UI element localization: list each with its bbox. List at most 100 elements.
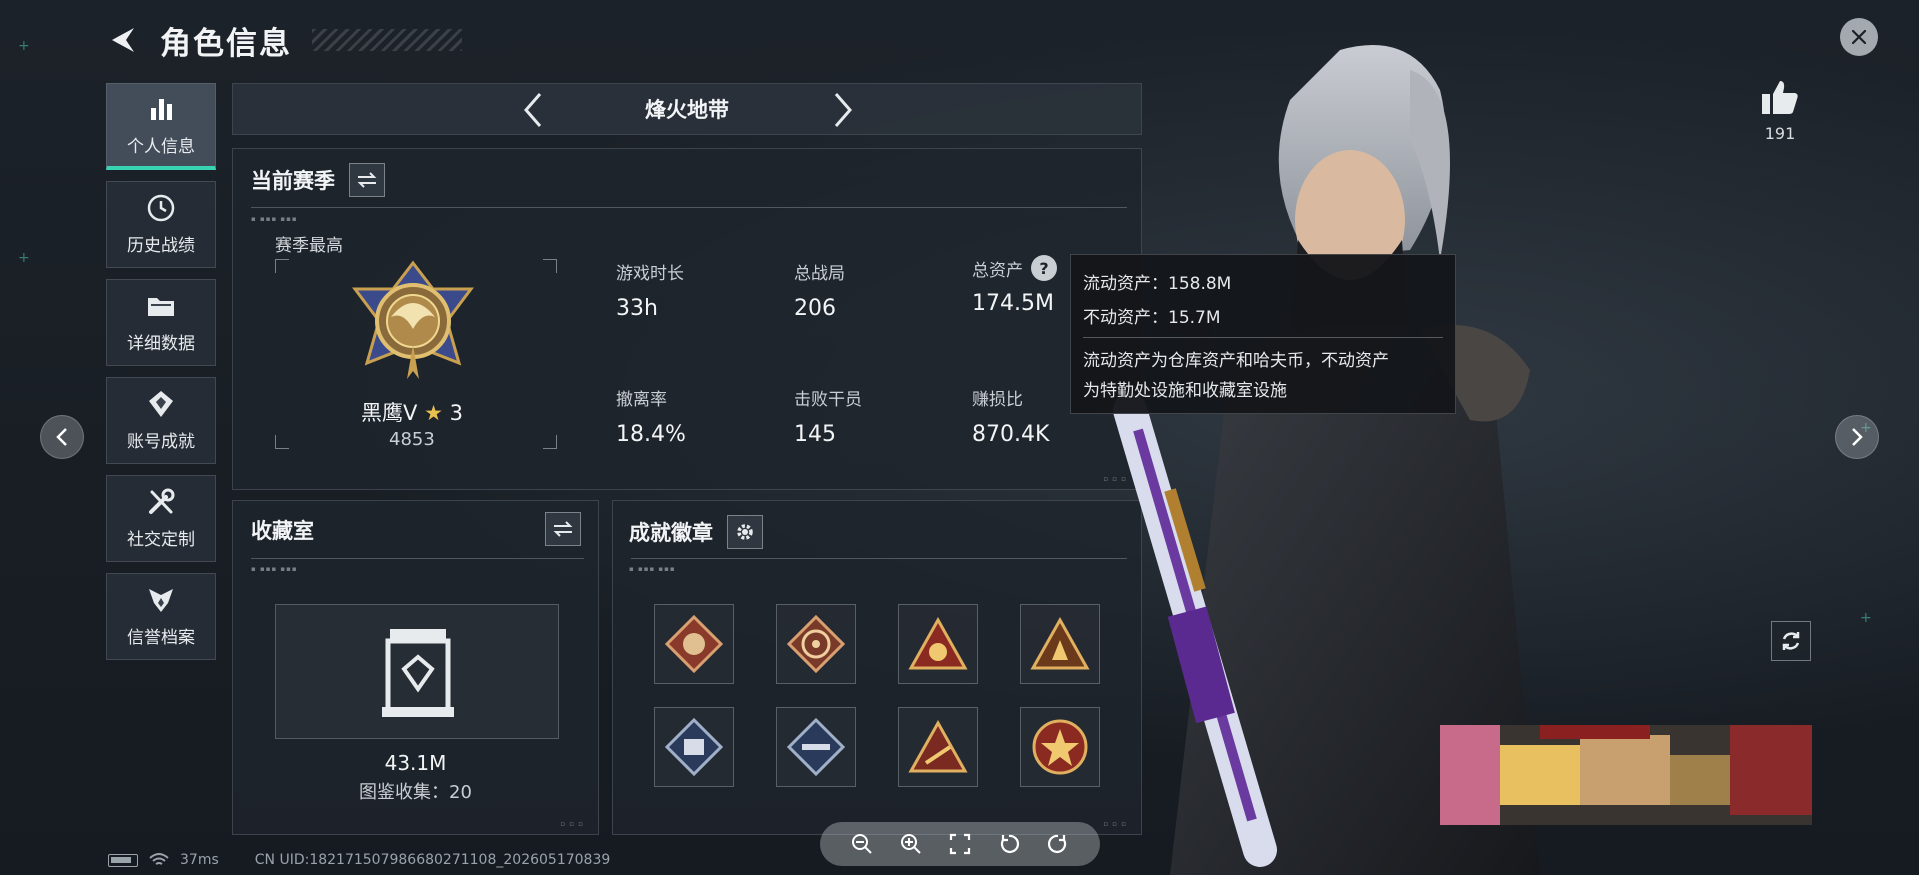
rank-stars: 3 (449, 401, 463, 425)
history-clock-icon (146, 193, 176, 223)
zoom-in-button[interactable] (896, 829, 926, 859)
season-title: 当前赛季 (251, 169, 335, 193)
divider (631, 558, 1127, 559)
bracket (543, 435, 557, 449)
badge-slot[interactable] (776, 604, 856, 684)
stat-label: 赚损比 (972, 390, 1023, 410)
stat-extract-rate: 撤离率 18.4% (616, 385, 686, 447)
stat-value: 870.4K (972, 422, 1050, 447)
back-button[interactable] (104, 21, 142, 59)
collection-switch-button[interactable] (545, 512, 581, 546)
rotate-right-button[interactable] (1043, 829, 1073, 859)
achievement-icon (146, 389, 176, 419)
bracket (275, 259, 289, 273)
folder-icon (146, 291, 176, 321)
stat-play-time: 游戏时长 33h (616, 259, 684, 321)
rotate-view-button[interactable] (1771, 621, 1811, 661)
stat-label: 击败干员 (794, 390, 862, 410)
collection-panel: 收藏室 ▪ ▪▪▪ ▪▪▪ 43.1M 图鉴收集：20 ▫ ▫ ▫ (232, 500, 599, 835)
zoom-out-button[interactable] (847, 829, 877, 859)
season-switch-button[interactable] (349, 163, 385, 197)
refresh-icon (1782, 632, 1800, 650)
mode-prev-button[interactable] (513, 90, 553, 130)
nav-item-social[interactable]: 社交定制 (106, 475, 216, 562)
fullscreen-button[interactable] (945, 829, 975, 859)
stat-label: 总资产 ? (972, 255, 1057, 281)
credit-shield-icon (146, 585, 176, 615)
chevron-right-icon (1852, 428, 1863, 446)
stat-kills: 击败干员 145 (794, 385, 862, 447)
assets-tooltip: 流动资产：158.8M 不动资产：15.7M 流动资产为仓库资产和哈夫币，不动资… (1070, 254, 1456, 414)
triangle-badge-icon (908, 616, 968, 670)
tooltip-fixed-assets: 不动资产：15.7M (1083, 308, 1221, 328)
help-icon[interactable]: ? (1031, 255, 1057, 281)
ping-text: 37ms (180, 852, 219, 868)
rotate-left-icon (1000, 834, 1019, 853)
badges-title: 成就徽章 (629, 521, 713, 545)
nav-label: 详细数据 (127, 334, 195, 354)
nav-label: 社交定制 (127, 530, 195, 550)
nav-item-achievements[interactable]: 账号成就 (106, 377, 216, 464)
nav-item-credit[interactable]: 信誉档案 (106, 573, 216, 660)
nav-label: 个人信息 (127, 136, 195, 157)
diamond-badge-icon (664, 717, 724, 777)
stat-value: 18.4% (616, 422, 686, 447)
collection-count: 图鉴收集：20 (359, 782, 472, 803)
season-panel: 当前赛季 ▪ ▪▪▪ ▪▪▪ 赛季最高 黑鹰Ⅴ ★ 3 4853 游戏时长 33… (232, 148, 1142, 490)
swap-icon (553, 521, 573, 537)
like-count: 191 (1764, 124, 1796, 143)
prev-character-button[interactable] (40, 415, 84, 459)
chevron-right-icon (834, 93, 852, 127)
close-icon (1851, 29, 1867, 45)
grid-plus-mark: + (1860, 610, 1872, 626)
badges-panel: 成就徽章 ▪ ▪▪▪ ▪▪▪ ▫ ▫ ▫ (612, 500, 1142, 835)
nav-item-detailed-data[interactable]: 详细数据 (106, 279, 216, 366)
decor-text: ▪ ▪▪▪ ▪▪▪ (251, 215, 298, 223)
chevron-left-icon (524, 93, 542, 127)
stat-total-matches: 总战局 206 (794, 259, 845, 321)
bracket (543, 259, 557, 273)
display-case-icon (382, 629, 454, 717)
like-button[interactable]: 191 (1752, 78, 1808, 143)
tooltip-liquid-assets: 流动资产：158.8M (1083, 274, 1232, 294)
close-button[interactable] (1840, 18, 1878, 56)
badge-slot[interactable] (1020, 707, 1100, 787)
rank-emblem-icon (352, 260, 474, 379)
tooltip-desc-line: 流动资产为仓库资产和哈夫币，不动资产 (1083, 351, 1389, 371)
uid-text: CN UID:1821715079866802711​08_2026051708… (254, 852, 611, 868)
grid-plus-mark: + (18, 250, 30, 266)
side-nav: 个人信息 历史战绩 详细数据 账号成就 社交定制 信誉档案 (106, 83, 216, 671)
divider (1083, 337, 1443, 338)
next-character-button[interactable] (1835, 415, 1879, 459)
rank-name-text: 黑鹰Ⅴ (361, 401, 418, 425)
zoom-out-icon (852, 834, 873, 854)
wifi-icon (149, 853, 169, 865)
badge-slot[interactable] (898, 604, 978, 684)
mode-selector: 烽火地带 (232, 83, 1142, 135)
badge-slot[interactable] (654, 604, 734, 684)
mode-next-button[interactable] (823, 90, 863, 130)
battery-icon (108, 853, 138, 867)
collection-showcase[interactable] (275, 604, 559, 739)
diamond-badge-icon (786, 717, 846, 777)
zoom-in-icon (901, 834, 921, 854)
collection-value: 43.1M (384, 751, 447, 775)
badges-settings-button[interactable] (727, 515, 763, 549)
badge-slot[interactable] (776, 707, 856, 787)
badge-slot[interactable] (1020, 604, 1100, 684)
season-best-label: 赛季最高 (275, 236, 343, 256)
triangle-badge-icon (1030, 616, 1090, 670)
badge-slot[interactable] (654, 707, 734, 787)
nav-label: 账号成就 (127, 432, 195, 452)
rotate-left-button[interactable] (994, 829, 1024, 859)
player-name-card (1440, 725, 1812, 825)
collection-title: 收藏室 (251, 519, 314, 543)
rank-score: 4853 (389, 429, 435, 450)
badge-slot[interactable] (898, 707, 978, 787)
nav-item-history[interactable]: 历史战绩 (106, 181, 216, 268)
bar-chart-icon (147, 94, 175, 124)
page-header: 角色信息 (104, 18, 462, 62)
star-icon: ★ (424, 401, 443, 425)
status-bar: 37ms CN UID:1821715079866802711​08_20260… (108, 852, 610, 868)
nav-item-personal-info[interactable]: 个人信息 (106, 83, 216, 170)
